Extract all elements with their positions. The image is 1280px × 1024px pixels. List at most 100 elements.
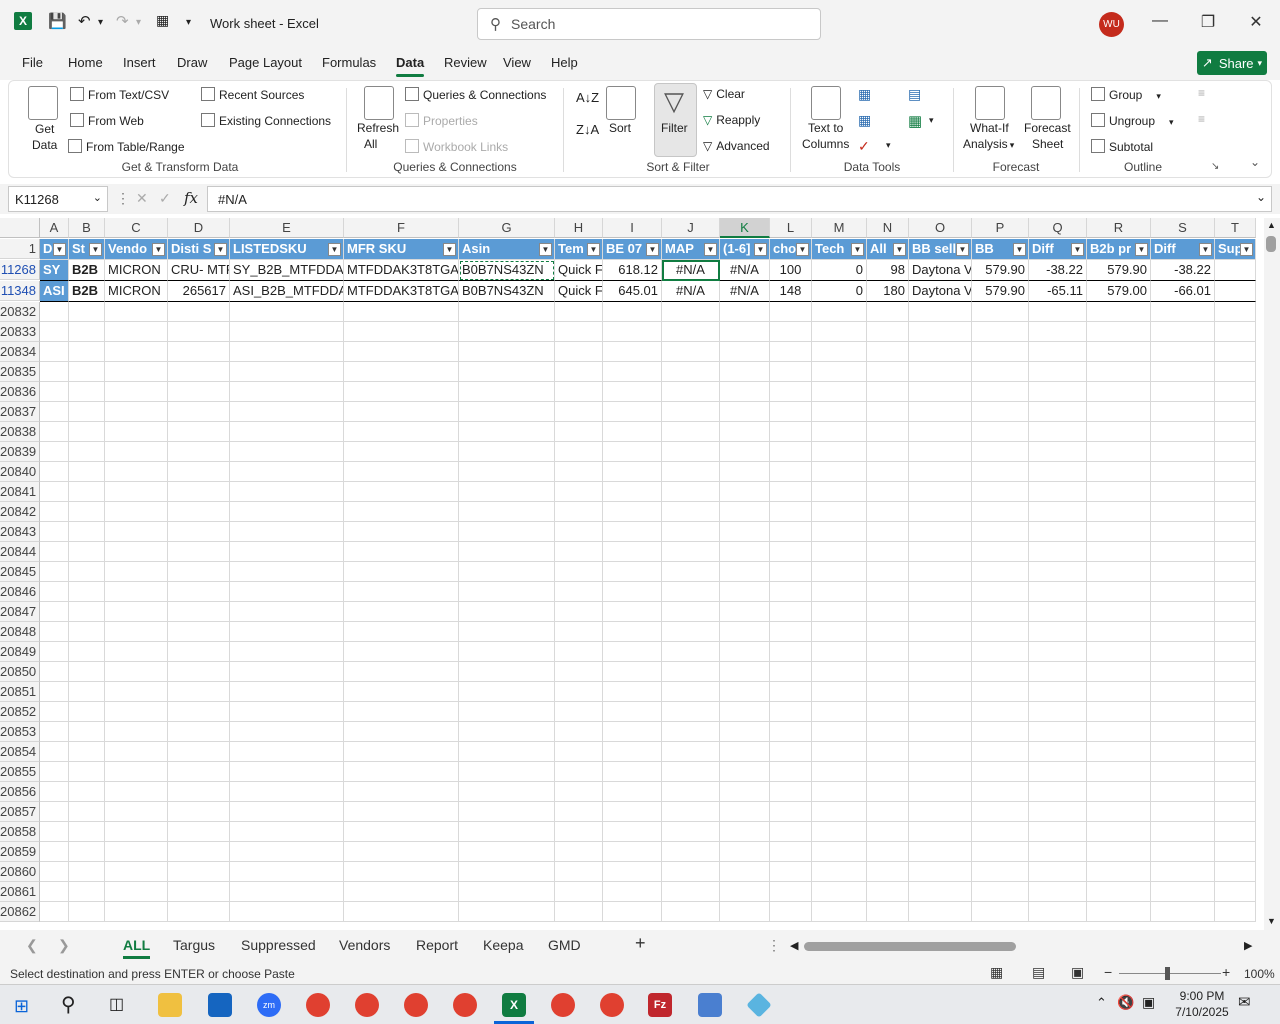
row-header[interactable]: 20854	[0, 742, 40, 762]
empty-cell[interactable]	[40, 582, 69, 602]
empty-cell[interactable]	[1151, 662, 1215, 682]
flash-fill-icon[interactable]: ▦	[858, 86, 871, 103]
table-header-cell[interactable]: D ▼	[40, 239, 69, 260]
table-cell[interactable]: Daytona V	[909, 281, 972, 302]
table-header-cell[interactable]: BE 07 ▼	[603, 239, 662, 260]
menu-page-layout[interactable]: Page Layout	[229, 55, 302, 70]
empty-cell[interactable]	[1215, 642, 1256, 662]
empty-cell[interactable]	[1029, 482, 1087, 502]
empty-cell[interactable]	[69, 402, 105, 422]
empty-cell[interactable]	[1087, 602, 1151, 622]
table-header-cell[interactable]: MAP ▼	[662, 239, 720, 260]
empty-cell[interactable]	[1215, 682, 1256, 702]
empty-cell[interactable]	[770, 302, 812, 322]
workbook-links-button[interactable]: Workbook Links	[405, 139, 508, 154]
empty-cell[interactable]	[69, 702, 105, 722]
empty-cell[interactable]	[344, 702, 459, 722]
empty-cell[interactable]	[168, 602, 230, 622]
empty-cell[interactable]	[603, 362, 662, 382]
empty-cell[interactable]	[1029, 662, 1087, 682]
empty-cell[interactable]	[459, 482, 555, 502]
empty-cell[interactable]	[69, 342, 105, 362]
empty-cell[interactable]	[812, 702, 867, 722]
empty-cell[interactable]	[555, 782, 603, 802]
filter-dropdown-icon[interactable]: ▼	[1240, 243, 1253, 256]
table-cell[interactable]: CRU- MTF	[168, 260, 230, 281]
outline-settings-icon[interactable]: ↘	[1211, 161, 1219, 172]
vertical-scroll-thumb[interactable]	[1266, 236, 1276, 252]
empty-cell[interactable]	[69, 842, 105, 862]
filter-dropdown-icon[interactable]: ▼	[443, 243, 456, 256]
empty-cell[interactable]	[40, 562, 69, 582]
table-cell[interactable]: 100	[770, 260, 812, 281]
empty-cell[interactable]	[1087, 442, 1151, 462]
table-cell[interactable]: 265617	[168, 281, 230, 302]
empty-cell[interactable]	[603, 422, 662, 442]
empty-cell[interactable]	[168, 582, 230, 602]
empty-cell[interactable]	[867, 742, 909, 762]
empty-cell[interactable]	[40, 382, 69, 402]
empty-cell[interactable]	[909, 842, 972, 862]
empty-cell[interactable]	[344, 782, 459, 802]
empty-cell[interactable]	[1029, 382, 1087, 402]
empty-cell[interactable]	[230, 462, 344, 482]
empty-cell[interactable]	[1151, 522, 1215, 542]
empty-cell[interactable]	[770, 342, 812, 362]
table-cell[interactable]: 0	[812, 260, 867, 281]
empty-cell[interactable]	[909, 862, 972, 882]
empty-cell[interactable]	[230, 602, 344, 622]
empty-cell[interactable]	[1029, 742, 1087, 762]
empty-cell[interactable]	[662, 462, 720, 482]
empty-cell[interactable]	[69, 622, 105, 642]
empty-cell[interactable]	[459, 562, 555, 582]
table-cell[interactable]: 98	[867, 260, 909, 281]
empty-cell[interactable]	[812, 542, 867, 562]
empty-cell[interactable]	[909, 562, 972, 582]
empty-cell[interactable]	[770, 562, 812, 582]
empty-cell[interactable]	[230, 722, 344, 742]
sort-button[interactable]: Sort	[609, 121, 631, 135]
empty-cell[interactable]	[770, 822, 812, 842]
row-header[interactable]: 20839	[0, 442, 40, 462]
empty-cell[interactable]	[1151, 862, 1215, 882]
column-header-l[interactable]: L	[770, 218, 812, 238]
empty-cell[interactable]	[459, 802, 555, 822]
empty-cell[interactable]	[972, 362, 1029, 382]
empty-cell[interactable]	[168, 502, 230, 522]
empty-cell[interactable]	[812, 322, 867, 342]
empty-cell[interactable]	[1029, 602, 1087, 622]
empty-cell[interactable]	[230, 442, 344, 462]
empty-cell[interactable]	[867, 342, 909, 362]
empty-cell[interactable]	[1029, 342, 1087, 362]
avatar[interactable]: WU	[1099, 12, 1124, 37]
empty-cell[interactable]	[344, 462, 459, 482]
empty-cell[interactable]	[603, 602, 662, 622]
empty-cell[interactable]	[720, 642, 770, 662]
empty-cell[interactable]	[1151, 382, 1215, 402]
table-header-cell[interactable]: BB sell ▼	[909, 239, 972, 260]
row-header[interactable]: 20836	[0, 382, 40, 402]
empty-cell[interactable]	[168, 782, 230, 802]
search-box[interactable]: ⚲ Search	[477, 8, 821, 40]
chrome-profile-icon[interactable]	[404, 993, 428, 1017]
empty-cell[interactable]	[972, 422, 1029, 442]
row-header[interactable]: 20847	[0, 602, 40, 622]
row-header[interactable]: 20848	[0, 622, 40, 642]
tab-options-icon[interactable]: ⋮	[767, 937, 781, 954]
row-header[interactable]: 20840	[0, 462, 40, 482]
empty-cell[interactable]	[69, 582, 105, 602]
table-cell[interactable]: B0B7NS43ZN	[459, 281, 555, 302]
empty-cell[interactable]	[555, 642, 603, 662]
empty-cell[interactable]	[230, 842, 344, 862]
cancel-icon[interactable]: ✕	[136, 190, 148, 207]
empty-cell[interactable]	[603, 622, 662, 642]
empty-cell[interactable]	[1087, 902, 1151, 922]
empty-cell[interactable]	[603, 882, 662, 902]
empty-cell[interactable]	[909, 682, 972, 702]
empty-cell[interactable]	[1151, 762, 1215, 782]
empty-cell[interactable]	[909, 502, 972, 522]
empty-cell[interactable]	[720, 742, 770, 762]
empty-cell[interactable]	[230, 782, 344, 802]
column-header-r[interactable]: R	[1087, 218, 1151, 238]
empty-cell[interactable]	[770, 442, 812, 462]
